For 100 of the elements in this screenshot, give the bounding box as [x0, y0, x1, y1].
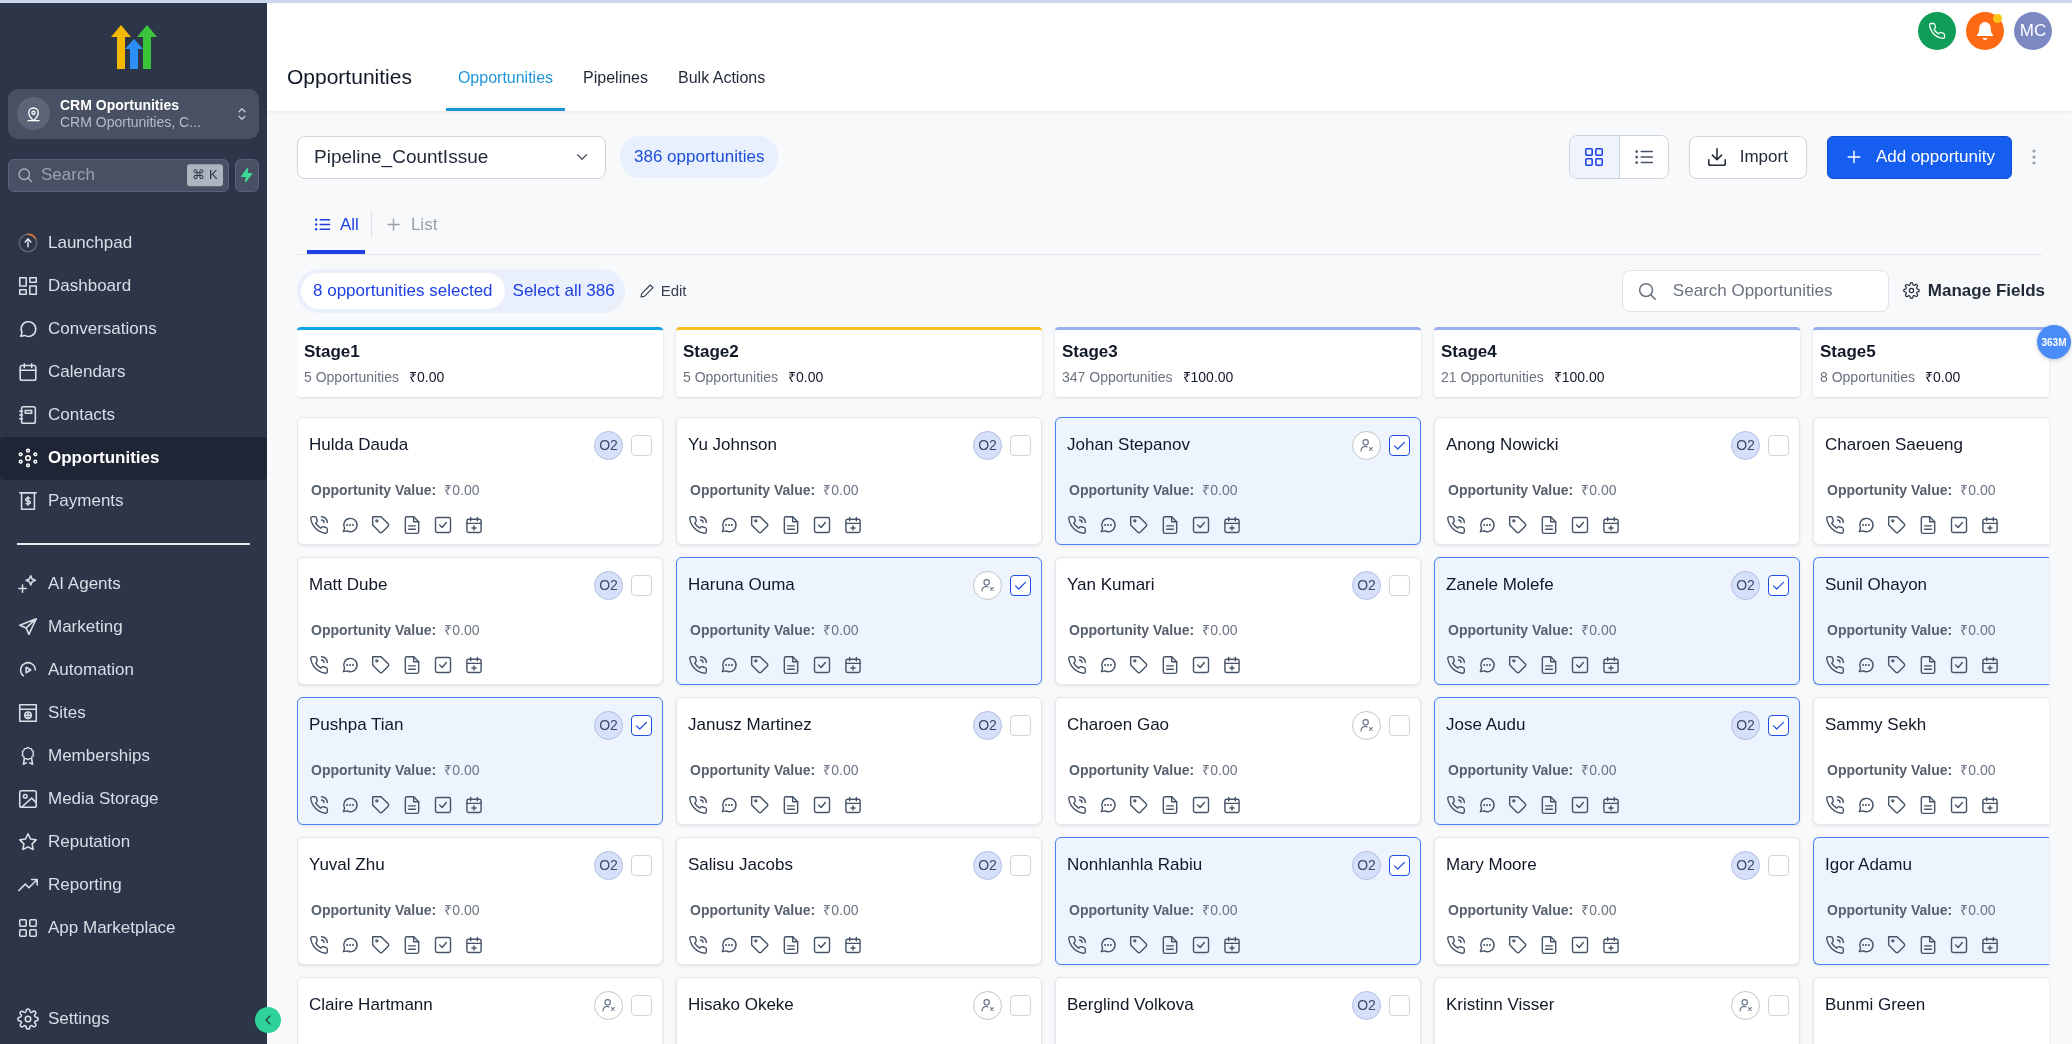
opportunity-card[interactable]: Yu Johnson O2 Opportunity Value: ₹0.00	[676, 417, 1042, 545]
tag-icon[interactable]	[371, 655, 391, 675]
opportunity-card[interactable]: Igor Adamu Opportunity Value: ₹0.00	[1813, 837, 2049, 965]
document-icon[interactable]	[1539, 795, 1559, 815]
lightning-button[interactable]	[234, 158, 259, 192]
tag-icon[interactable]	[750, 795, 770, 815]
chat-bubble-icon[interactable]	[1856, 935, 1876, 955]
document-icon[interactable]	[402, 935, 422, 955]
calendar-plus-icon[interactable]	[843, 655, 863, 675]
opportunity-card[interactable]: Sammy Sekh Opportunity Value: ₹0.00	[1813, 697, 2049, 825]
calendar-plus-icon[interactable]	[1980, 935, 2000, 955]
document-icon[interactable]	[1918, 795, 1938, 815]
document-icon[interactable]	[1918, 655, 1938, 675]
tag-icon[interactable]	[1508, 935, 1528, 955]
calendar-plus-icon[interactable]	[1980, 515, 2000, 535]
checkbox-task-icon[interactable]	[1949, 655, 1969, 675]
tag-icon[interactable]	[1508, 795, 1528, 815]
chat-bubble-icon[interactable]	[340, 655, 360, 675]
calendar-plus-icon[interactable]	[1222, 795, 1242, 815]
document-icon[interactable]	[781, 515, 801, 535]
chat-bubble-icon[interactable]	[340, 935, 360, 955]
calendar-plus-icon[interactable]	[464, 655, 484, 675]
opportunity-card[interactable]: Johan Stepanov Opportunity Value: ₹0.00	[1055, 417, 1421, 545]
checkbox-task-icon[interactable]	[433, 795, 453, 815]
unassigned-owner-button[interactable]	[1352, 710, 1381, 740]
document-icon[interactable]	[1539, 515, 1559, 535]
phone-icon[interactable]	[1446, 935, 1466, 955]
sidebar-item[interactable]: Payments	[0, 479, 267, 523]
owner-initials[interactable]: O2	[1352, 570, 1381, 600]
owner-initials[interactable]: O2	[594, 570, 623, 600]
select-all-link[interactable]: Select all 386	[512, 278, 621, 304]
sidebar-item[interactable]: Reputation	[0, 820, 267, 864]
tag-icon[interactable]	[750, 935, 770, 955]
checkbox-task-icon[interactable]	[1570, 655, 1590, 675]
nav-tab[interactable]: Bulk Actions	[666, 66, 778, 111]
chat-bubble-icon[interactable]	[1098, 515, 1118, 535]
owner-initials[interactable]: O2	[1731, 710, 1760, 740]
phone-icon[interactable]	[688, 795, 708, 815]
document-icon[interactable]	[402, 655, 422, 675]
opportunity-card[interactable]: Charoen Saeueng Opportunity Value: ₹0.00	[1813, 417, 2049, 545]
document-icon[interactable]	[1539, 935, 1559, 955]
sidebar-item[interactable]: Automation	[0, 648, 267, 692]
sidebar-item[interactable]: Launchpad	[0, 221, 267, 265]
calendar-plus-icon[interactable]	[1222, 515, 1242, 535]
tag-icon[interactable]	[371, 935, 391, 955]
checkbox-task-icon[interactable]	[812, 795, 832, 815]
edit-button[interactable]: Edit	[638, 279, 687, 302]
owner-initials[interactable]: O2	[1731, 570, 1760, 600]
chat-bubble-icon[interactable]	[719, 935, 739, 955]
opportunity-card[interactable]: Jose Audu O2 Opportunity Value: ₹0.00	[1434, 697, 1800, 825]
owner-initials[interactable]: O2	[973, 710, 1002, 740]
calendar-plus-icon[interactable]	[1601, 515, 1621, 535]
opportunity-card[interactable]: Charoen Gao Opportunity Value: ₹0.00	[1055, 697, 1421, 825]
calendar-plus-icon[interactable]	[843, 515, 863, 535]
sidebar-item[interactable]: Memberships	[0, 734, 267, 778]
card-checkbox[interactable]	[1010, 574, 1031, 596]
card-checkbox[interactable]	[1768, 574, 1789, 596]
nav-tab[interactable]: Pipelines	[571, 66, 660, 111]
sidebar-item[interactable]: App Marketplace	[0, 906, 267, 950]
calendar-plus-icon[interactable]	[464, 935, 484, 955]
unassigned-owner-button[interactable]	[973, 570, 1002, 600]
chat-bubble-icon[interactable]	[1477, 515, 1497, 535]
chat-bubble-icon[interactable]	[719, 655, 739, 675]
phone-icon[interactable]	[1067, 515, 1087, 535]
checkbox-task-icon[interactable]	[1570, 795, 1590, 815]
phone-icon[interactable]	[1067, 935, 1087, 955]
opportunity-card[interactable]: Sunil Ohayon Opportunity Value: ₹0.00	[1813, 557, 2049, 685]
checkbox-task-icon[interactable]	[433, 515, 453, 535]
opportunity-card[interactable]: Yan Kumari O2 Opportunity Value: ₹0.00	[1055, 557, 1421, 685]
tag-icon[interactable]	[1129, 935, 1149, 955]
checkbox-task-icon[interactable]	[1191, 935, 1211, 955]
phone-icon[interactable]	[1446, 515, 1466, 535]
phone-icon[interactable]	[1825, 935, 1845, 955]
sidebar-item[interactable]: Media Storage	[0, 777, 267, 821]
checkbox-task-icon[interactable]	[1949, 935, 1969, 955]
owner-initials[interactable]: O2	[594, 850, 623, 880]
chat-bubble-icon[interactable]	[1098, 935, 1118, 955]
sidebar-item[interactable]: Opportunities	[0, 436, 267, 480]
checkbox-task-icon[interactable]	[1191, 795, 1211, 815]
phone-icon[interactable]	[1446, 795, 1466, 815]
chat-bubble-icon[interactable]	[719, 795, 739, 815]
phone-icon[interactable]	[688, 515, 708, 535]
opportunity-card[interactable]: Hisako Okeke	[676, 977, 1042, 1044]
checkbox-task-icon[interactable]	[1191, 515, 1211, 535]
checkbox-task-icon[interactable]	[1949, 515, 1969, 535]
pipeline-select[interactable]: Pipeline_CountIssue	[297, 135, 606, 179]
calendar-plus-icon[interactable]	[843, 935, 863, 955]
opportunity-card[interactable]: Matt Dube O2 Opportunity Value: ₹0.00	[297, 557, 663, 685]
phone-icon[interactable]	[688, 655, 708, 675]
sidebar-item[interactable]: AI Agents	[0, 562, 267, 606]
tag-icon[interactable]	[1129, 655, 1149, 675]
phone-icon[interactable]	[1825, 795, 1845, 815]
phone-icon[interactable]	[1825, 655, 1845, 675]
phone-icon[interactable]	[1446, 655, 1466, 675]
chat-bubble-icon[interactable]	[1098, 655, 1118, 675]
card-checkbox[interactable]	[1389, 434, 1410, 456]
sidebar-item[interactable]: Reporting	[0, 863, 267, 907]
phone-button[interactable]	[1918, 12, 1956, 50]
owner-initials[interactable]: O2	[1731, 430, 1760, 460]
sidebar-item[interactable]: Settings	[0, 997, 251, 1040]
